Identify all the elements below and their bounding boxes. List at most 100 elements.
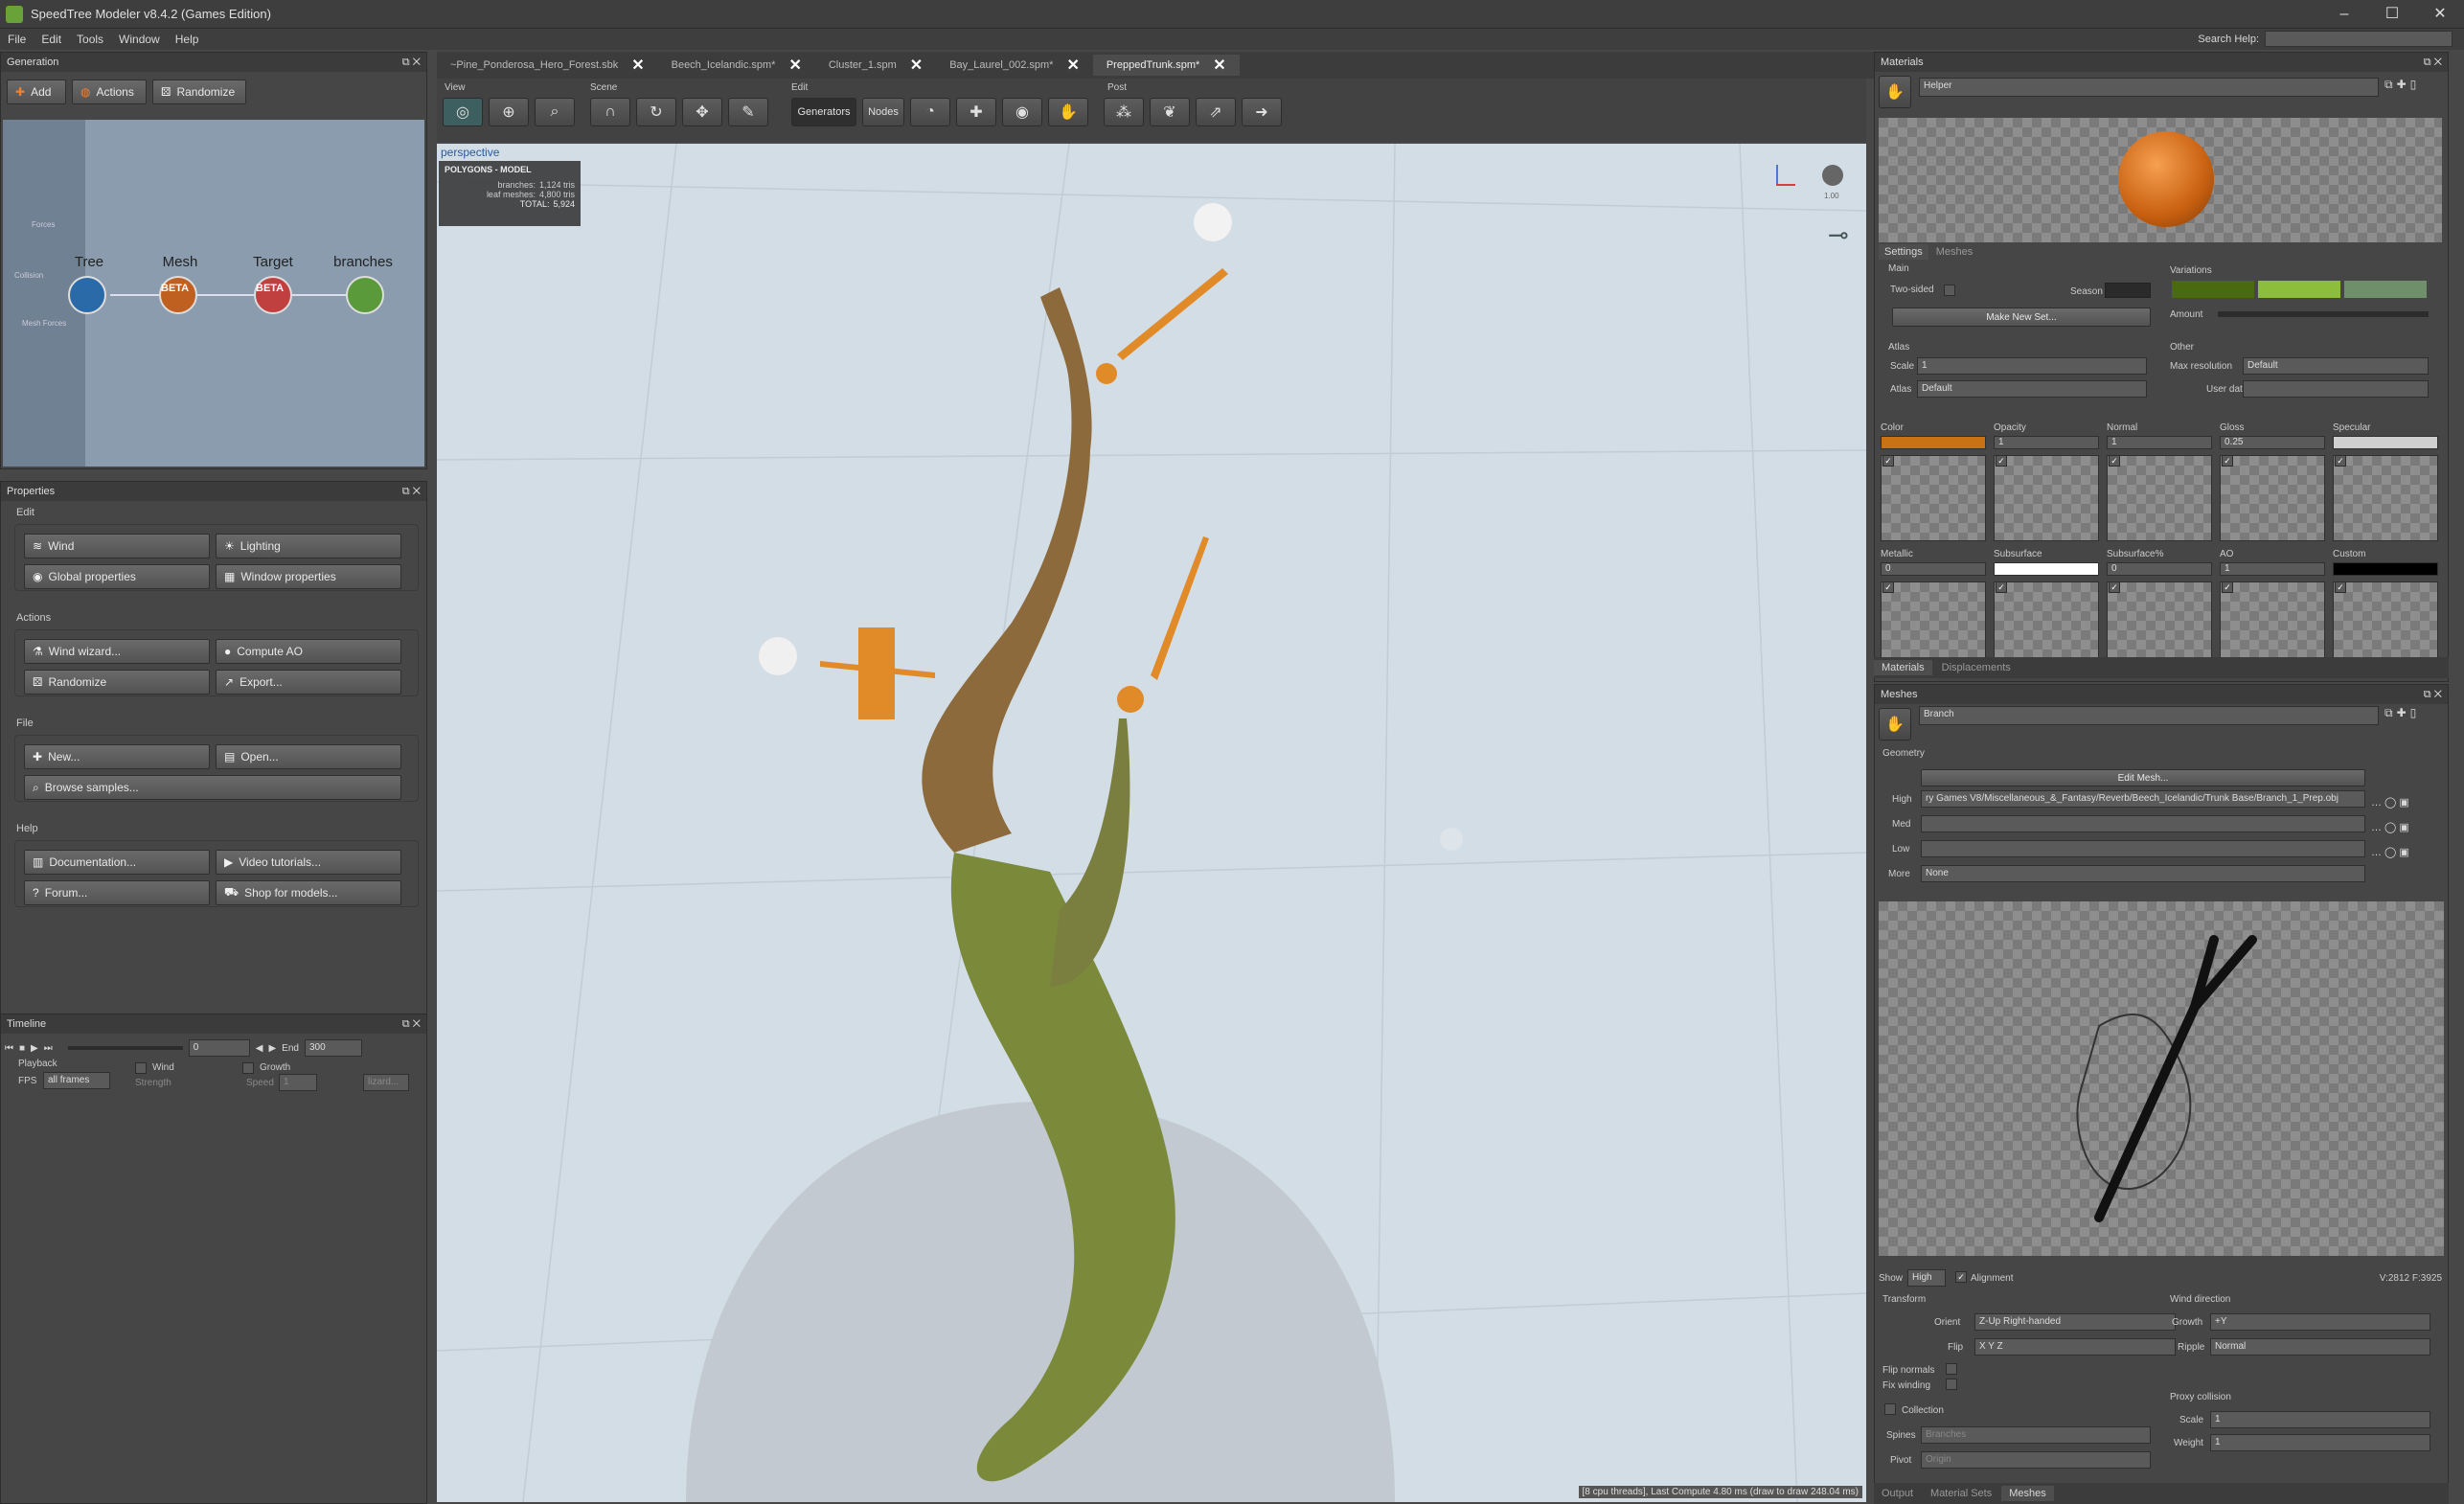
meshes-tab[interactable]: Meshes [1930,244,1979,260]
growth-checkbox[interactable] [242,1062,254,1074]
map-texture-slot[interactable] [2220,455,2325,541]
material-sets-tab[interactable]: Material Sets [1923,1486,1999,1501]
hand-pick-icon[interactable]: ✋ [1879,708,1911,741]
pivot-select[interactable]: Origin [1921,1451,2151,1469]
low-mesh-path[interactable] [1921,840,2365,857]
global-properties-button[interactable]: ◉ Global properties [24,564,210,589]
map-enable-checkbox[interactable]: ✓ [2335,455,2346,467]
mesh-select[interactable]: Branch [1919,706,2379,725]
atlas-select[interactable]: Default [1917,380,2147,398]
close-tab-icon[interactable]: ✕ [788,56,801,75]
mesh-browse-icons[interactable]: … ◯ ▣… ◯ ▣… ◯ ▣ [2371,790,2409,865]
edit-mesh-button[interactable]: Edit Mesh... [1921,769,2365,786]
add-button[interactable]: ✚ Add [7,80,66,104]
close-tab-icon[interactable]: ✕ [631,56,644,75]
hand-pick-icon[interactable]: ✋ [1879,76,1911,108]
shop-button[interactable]: ⛟ Shop for models... [216,880,401,905]
lighting-button[interactable]: ☀ Lighting [216,534,401,558]
collection-checkbox[interactable] [1884,1403,1896,1415]
duplicate-icon[interactable]: ⧉ [2384,78,2393,92]
leaf-icon[interactable]: ❦ [1150,98,1190,126]
fix-winding-checkbox[interactable] [1946,1379,1957,1390]
high-mesh-path[interactable]: ry Games V8/Miscellaneous_&_Fantasy/Reve… [1921,790,2365,808]
branches-node-icon[interactable] [346,276,384,314]
map-texture-slot[interactable] [2333,581,2438,668]
map-enable-checkbox[interactable]: ✓ [1996,581,2007,593]
add-mesh-icon[interactable]: ✚ [2397,706,2407,720]
map-enable-checkbox[interactable]: ✓ [2222,581,2233,593]
map-texture-slot[interactable] [2333,455,2438,541]
map-texture-slot[interactable] [2220,581,2325,668]
output-tab[interactable]: Output [1874,1486,1921,1501]
rewind-icon[interactable]: ⏮ [5,1043,13,1054]
scatter-icon[interactable]: ⁂ [1104,98,1144,126]
search-help-input[interactable] [2265,31,2453,47]
forum-button[interactable]: ? Forum... [24,880,210,905]
map-value-opacity[interactable]: 1 [1994,436,2099,449]
two-sided-checkbox[interactable] [1944,285,1955,296]
rotate-icon[interactable]: ↻ [636,98,676,126]
panel-float-close-icon[interactable]: ⧉ ✕ [402,53,421,72]
menu-edit[interactable]: Edit [34,33,69,46]
material-select[interactable]: Helper [1919,78,2379,97]
menu-help[interactable]: Help [168,33,207,46]
map-enable-checkbox[interactable]: ✓ [2109,455,2120,467]
map-texture-slot[interactable] [1994,455,2099,541]
mesh-node-icon[interactable] [159,276,197,314]
panel-float-close-icon[interactable]: ⧉ ✕ [402,1014,421,1034]
doc-tab-bay-laurel[interactable]: Bay_Laurel_002.spm* ✕ [936,55,1093,76]
export-scene-icon[interactable]: ⇗ [1196,98,1236,126]
close-tab-icon[interactable]: ✕ [1066,56,1079,75]
camera-pan-icon[interactable]: ⊕ [489,98,529,126]
pie-icon[interactable]: ◔ [910,98,950,126]
more-select[interactable]: None [1921,865,2365,882]
panel-float-close-icon[interactable]: ⧉ ✕ [2424,685,2442,704]
play-icon[interactable]: ▶ [31,1043,38,1054]
delete-material-icon[interactable]: ▯ [2410,78,2417,92]
proxy-scale-field[interactable]: 1 [2210,1411,2430,1428]
close-tab-icon[interactable]: ✕ [1213,56,1225,75]
max-resolution-select[interactable]: Default [2243,357,2429,375]
map-enable-checkbox[interactable]: ✓ [1882,455,1894,467]
map-texture-slot[interactable] [1994,581,2099,668]
next-frame-icon[interactable]: ▶ [268,1043,276,1054]
lizard-button[interactable]: lizard... [363,1074,409,1091]
settings-tab[interactable]: Settings [1879,244,1928,260]
brush-icon[interactable]: ✎ [728,98,768,126]
map-value-color[interactable] [1881,436,1986,449]
browse-samples-button[interactable]: ⌕ Browse samples... [24,775,401,800]
doc-tab-cluster[interactable]: Cluster_1.spm ✕ [815,55,936,76]
map-value-metallic[interactable]: 0 [1881,562,1986,576]
map-enable-checkbox[interactable]: ✓ [2109,581,2120,593]
map-enable-checkbox[interactable]: ✓ [2335,581,2346,593]
documentation-button[interactable]: ▥ Documentation... [24,850,210,875]
flip-select[interactable]: X Y Z [1974,1338,2176,1356]
map-value-subsurface[interactable]: 0 [2107,562,2212,576]
maximize-icon[interactable]: ☐ [2368,0,2416,29]
map-value-specular[interactable] [2333,436,2438,449]
record-icon[interactable]: ◉ [1002,98,1042,126]
ripple-select[interactable]: Normal [2210,1338,2430,1356]
growth-dir-select[interactable]: +Y [2210,1313,2430,1331]
user-data-field[interactable] [2243,380,2429,398]
map-enable-checkbox[interactable]: ✓ [1996,455,2007,467]
randomize-gen-button[interactable]: ⚄ Randomize [152,80,246,104]
prev-frame-icon[interactable]: ◀ [256,1043,263,1054]
atlas-scale-field[interactable]: 1 [1917,357,2147,375]
window-properties-button[interactable]: ▦ Window properties [216,564,401,589]
doc-tab-prepped-trunk[interactable]: PreppedTrunk.spm* ✕ [1092,55,1240,76]
add-material-icon[interactable]: ✚ [2397,78,2407,92]
timeline-slider[interactable] [67,1046,183,1050]
duplicate-icon[interactable]: ⧉ [2384,706,2393,720]
light-sphere-icon[interactable] [1822,165,1843,186]
map-texture-slot[interactable] [2107,581,2212,668]
hand-edit-icon[interactable]: ✋ [1048,98,1088,126]
show-select[interactable]: High [1907,1269,1946,1287]
export-button[interactable]: ↗ Export... [216,670,401,695]
map-value-normal[interactable]: 1 [2107,436,2212,449]
wind-checkbox[interactable] [135,1062,147,1074]
target-node-icon[interactable] [254,276,292,314]
flip-normals-checkbox[interactable] [1946,1363,1957,1375]
doc-tab-beech[interactable]: Beech_Icelandic.spm* ✕ [658,55,815,76]
compute-ao-button[interactable]: ● Compute AO [216,639,401,664]
